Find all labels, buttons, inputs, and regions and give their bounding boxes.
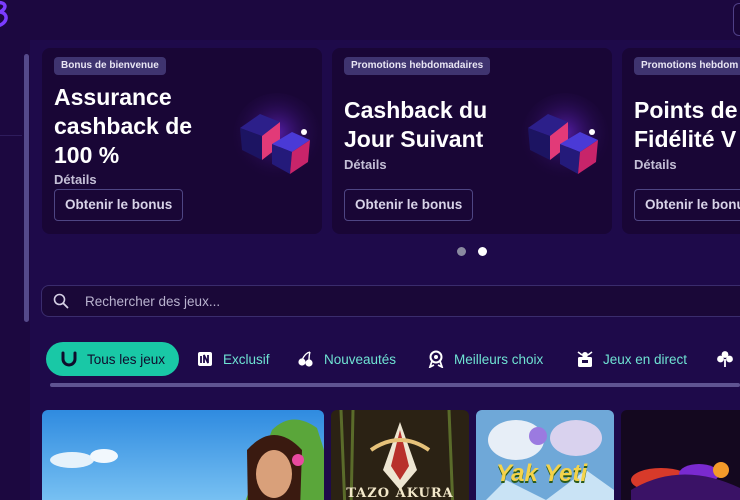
get-bonus-button[interactable]: Obtenir le bonus [54, 189, 184, 221]
exclusive-icon [198, 352, 212, 366]
tab-label: Exclusif [223, 351, 270, 367]
game-tile-2[interactable]: TAZO AKURA [331, 410, 469, 500]
promo-title: Assurance cashback de 100 % [54, 84, 193, 168]
brand-logo[interactable] [0, 0, 14, 28]
search-input[interactable] [85, 286, 725, 316]
page-scrollbar[interactable] [22, 48, 30, 500]
scrollbar-thumb[interactable] [24, 54, 29, 322]
promo-badge: Promotions hebdomadaires [344, 57, 491, 75]
promo-details-link[interactable]: Détails [344, 157, 387, 172]
promo-title: Cashback du Jour Suivant [344, 97, 488, 152]
tab-new-games[interactable]: Nouveautés [297, 342, 396, 376]
dice-icon [233, 93, 321, 181]
carousel-dot-1[interactable] [457, 247, 466, 256]
tab-label: Tous les jeux [87, 351, 166, 367]
live-dealer-icon [577, 351, 593, 367]
dice-icon [521, 93, 609, 181]
promo-title: Points de Fidélité V [634, 97, 738, 152]
tab-lucky[interactable] [716, 342, 734, 376]
promo-card-next-day-cashback[interactable]: Promotions hebdomadaires Cashback du Jou… [332, 48, 612, 234]
tab-label: Nouveautés [324, 351, 397, 367]
tab-live-games[interactable]: Jeux en direct [576, 342, 687, 376]
header-button[interactable] [733, 3, 740, 36]
tab-exclusive[interactable]: Exclusif [196, 342, 270, 376]
game-search[interactable] [41, 285, 740, 317]
promo-card-loyalty[interactable]: Promotions hebdom Points de Fidélité V D… [622, 48, 740, 234]
medal-icon [428, 350, 444, 368]
rail-divider [0, 135, 22, 136]
top-bar [0, 0, 740, 40]
tab-label: Jeux en direct [603, 351, 688, 367]
carousel-dot-2[interactable] [478, 247, 487, 256]
clover-icon [717, 351, 733, 367]
game-tile-1[interactable] [42, 410, 324, 500]
game-thumbnail [42, 410, 324, 500]
game-tile-4[interactable] [621, 410, 740, 500]
promo-details-link[interactable]: Détails [54, 172, 97, 187]
get-bonus-button[interactable]: Obtenir le bonus [344, 189, 474, 221]
horseshoe-icon [61, 351, 77, 367]
tab-label: Meilleurs choix [454, 351, 544, 367]
game-tile-3[interactable]: Yak Yeti [476, 410, 614, 500]
cherries-icon [298, 351, 313, 367]
tab-all-games[interactable]: Tous les jeux [46, 342, 180, 376]
promo-details-link[interactable]: Détails [634, 157, 677, 172]
promo-badge: Promotions hebdom [634, 57, 740, 75]
game-title: TAZO AKURA [346, 486, 454, 500]
get-bonus-button[interactable]: Obtenir le bonu [634, 189, 740, 221]
promo-card-welcome[interactable]: Bonus de bienvenue Assurance cashback de… [42, 48, 322, 234]
category-scrollbar[interactable] [50, 383, 740, 387]
game-thumbnail [621, 410, 740, 500]
promo-badge: Bonus de bienvenue [54, 57, 166, 75]
search-icon [53, 293, 69, 309]
game-title: Yak Yeti [496, 460, 588, 487]
tab-top-picks[interactable]: Meilleurs choix [427, 342, 543, 376]
